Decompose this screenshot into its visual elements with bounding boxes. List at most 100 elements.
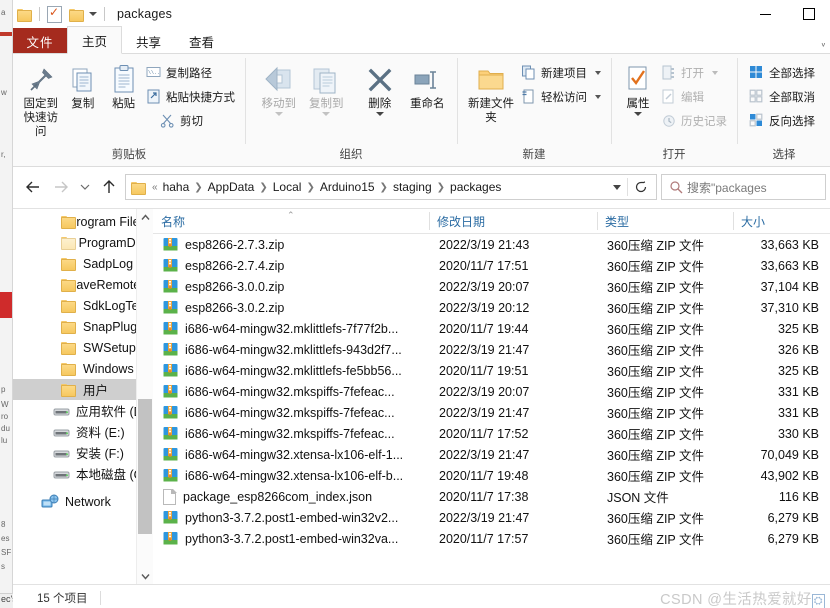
file-name-cell[interactable]: i686-w64-mingw32.mklittlefs-7f77f2b...	[153, 321, 431, 336]
table-row[interactable]: i686-w64-mingw32.mklittlefs-fe5bb56... 20…	[153, 360, 830, 381]
file-name-cell[interactable]: i686-w64-mingw32.xtensa-lx106-elf-1...	[153, 447, 431, 462]
breadcrumb-item-5[interactable]: packages	[447, 180, 504, 194]
table-row[interactable]: i686-w64-mingw32.xtensa-lx106-elf-b... 20…	[153, 465, 830, 486]
table-row[interactable]: python3-3.7.2.post1-embed-win32v2... 2022…	[153, 507, 830, 528]
paste-shortcut-button[interactable]: 粘贴快捷方式	[144, 86, 239, 107]
column-header-date[interactable]: 修改日期	[429, 209, 597, 233]
table-row[interactable]: i686-w64-mingw32.mkspiffs-7fefeac... 2022…	[153, 381, 830, 402]
table-row[interactable]: package_esp8266com_index.json 2020/11/7 1…	[153, 486, 830, 507]
table-row[interactable]: python3-3.7.2.post1-embed-win32va... 2020…	[153, 528, 830, 549]
table-row[interactable]: i686-w64-mingw32.xtensa-lx106-elf-1... 20…	[153, 444, 830, 465]
breadcrumb-separator[interactable]: ❯	[257, 182, 269, 193]
ribbon-expand-icon[interactable]: ᵥ	[822, 38, 825, 49]
tree-item-drive-f[interactable]: 安装 (F:)	[13, 442, 153, 463]
tree-item-saveremotecfgfile[interactable]: SaveRemoteCfgFile	[13, 274, 153, 295]
search-input[interactable]: 搜索"packages	[661, 174, 826, 200]
tree-item-windows[interactable]: Windows	[13, 358, 153, 379]
paste-button[interactable]: 粘贴	[103, 59, 144, 111]
new-folder-icon[interactable]	[69, 8, 84, 22]
tree-item-programdata[interactable]: ProgramData	[13, 232, 153, 253]
move-to-button[interactable]: 移动到	[255, 59, 303, 116]
file-name-cell[interactable]: package_esp8266com_index.json	[153, 488, 431, 505]
navpane-scrollbar[interactable]	[136, 209, 153, 584]
properties-button[interactable]: 属性	[619, 59, 657, 116]
edit-button[interactable]: 编辑	[659, 86, 731, 107]
table-row[interactable]: esp8266-3.0.2.zip 2022/3/19 20:12 360压缩 ZI…	[153, 297, 830, 318]
maximize-button[interactable]	[787, 0, 830, 28]
new-item-button[interactable]: 新建项目	[519, 62, 605, 83]
back-button[interactable]	[21, 175, 45, 199]
properties-checkmark-icon[interactable]	[47, 5, 62, 23]
minimize-button[interactable]	[743, 0, 787, 28]
breadcrumb-item-1[interactable]: AppData	[205, 180, 258, 194]
table-row[interactable]: esp8266-3.0.0.zip 2022/3/19 20:07 360压缩 ZI…	[153, 276, 830, 297]
cut-button[interactable]: 剪切	[144, 110, 239, 131]
select-none-button[interactable]: 全部取消	[747, 86, 819, 107]
file-name-cell[interactable]: i686-w64-mingw32.xtensa-lx106-elf-b...	[153, 468, 431, 483]
tree-item-drive-e[interactable]: 资料 (E:)	[13, 421, 153, 442]
tab-file[interactable]: 文件	[13, 28, 67, 54]
tab-view[interactable]: 查看	[175, 28, 228, 54]
chevron-down-icon[interactable]	[595, 70, 601, 75]
folder-icon[interactable]	[17, 8, 32, 22]
file-name-cell[interactable]: esp8266-3.0.2.zip	[153, 300, 431, 315]
table-row[interactable]: esp8266-2.7.3.zip 2022/3/19 21:43 360压缩 ZI…	[153, 234, 830, 255]
tree-item-snapplugin[interactable]: SnapPlugin	[13, 316, 153, 337]
tree-item-users[interactable]: 用户	[13, 379, 153, 400]
chevron-down-icon[interactable]	[634, 112, 642, 116]
file-name-cell[interactable]: i686-w64-mingw32.mklittlefs-fe5bb56...	[153, 363, 431, 378]
forward-button[interactable]	[49, 175, 73, 199]
table-row[interactable]: i686-w64-mingw32.mklittlefs-7f77f2b... 20…	[153, 318, 830, 339]
breadcrumb-item-3[interactable]: Arduino15	[317, 180, 378, 194]
file-name-cell[interactable]: esp8266-3.0.0.zip	[153, 279, 431, 294]
tree-item-drive-d[interactable]: 应用软件 (D:)	[13, 400, 153, 421]
chevron-down-icon[interactable]	[89, 12, 97, 16]
rename-button[interactable]: 重命名	[404, 59, 452, 111]
tree-item-network[interactable]: Network	[13, 491, 153, 512]
file-name-cell[interactable]: i686-w64-mingw32.mkspiffs-7fefeac...	[153, 426, 431, 441]
table-row[interactable]: i686-w64-mingw32.mkspiffs-7fefeac... 2022…	[153, 402, 830, 423]
file-name-cell[interactable]: i686-w64-mingw32.mkspiffs-7fefeac...	[153, 384, 431, 399]
tab-share[interactable]: 共享	[122, 28, 175, 54]
file-name-cell[interactable]: i686-w64-mingw32.mklittlefs-943d2f7...	[153, 342, 431, 357]
tree-item-sdklogtest[interactable]: SdkLogTest	[13, 295, 153, 316]
scroll-up-button[interactable]	[137, 209, 153, 225]
history-button[interactable]: 历史记录	[659, 110, 731, 131]
easy-access-button[interactable]: 轻松访问	[519, 86, 605, 107]
file-name-cell[interactable]: python3-3.7.2.post1-embed-win32v2...	[153, 510, 431, 525]
breadcrumb-separator[interactable]: ❯	[304, 182, 316, 193]
file-name-cell[interactable]: esp8266-2.7.4.zip	[153, 258, 431, 273]
invert-selection-button[interactable]: 反向选择	[747, 110, 819, 131]
scroll-down-button[interactable]	[137, 568, 153, 584]
file-name-cell[interactable]: esp8266-2.7.3.zip	[153, 237, 431, 252]
table-row[interactable]: i686-w64-mingw32.mkspiffs-7fefeac... 2020…	[153, 423, 830, 444]
scrollbar-thumb[interactable]	[138, 399, 152, 534]
chevron-down-icon[interactable]	[595, 94, 601, 99]
chevron-down-icon[interactable]	[322, 112, 331, 116]
breadcrumb-separator[interactable]: ❯	[192, 182, 204, 193]
tree-item-drive-g[interactable]: 本地磁盘 (G:)	[13, 463, 153, 484]
refresh-button[interactable]	[628, 176, 654, 198]
tree-item-sadplog[interactable]: SadpLog	[13, 253, 153, 274]
chevron-down-icon[interactable]	[274, 112, 283, 116]
address-bar[interactable]: « haha ❯ AppData ❯ Local ❯ Arduino15 ❯ s…	[125, 174, 657, 200]
table-row[interactable]: i686-w64-mingw32.mklittlefs-943d2f7... 20…	[153, 339, 830, 360]
tree-item-swsetup[interactable]: SWSetup	[13, 337, 153, 358]
column-header-type[interactable]: 类型	[597, 209, 733, 233]
breadcrumb-separator[interactable]: ❯	[435, 182, 447, 193]
select-all-button[interactable]: 全部选择	[747, 62, 819, 83]
copy-to-button[interactable]: 复制到	[303, 59, 351, 116]
breadcrumb-item-4[interactable]: staging	[390, 180, 435, 194]
tab-home[interactable]: 主页	[67, 26, 123, 54]
tree-item-program-files-x86[interactable]: Program Files (x86)	[13, 211, 153, 232]
column-header-size[interactable]: 大小	[733, 209, 825, 233]
copy-path-button[interactable]: \\.. 复制路径	[144, 62, 239, 83]
breadcrumb-item-2[interactable]: Local	[270, 180, 305, 194]
breadcrumb-separator[interactable]: ❯	[378, 182, 390, 193]
chevron-down-icon[interactable]	[375, 112, 384, 116]
open-button[interactable]: 打开	[659, 62, 731, 83]
delete-button[interactable]: 删除	[356, 59, 404, 116]
recent-locations-button[interactable]	[77, 175, 93, 199]
new-folder-button[interactable]: 新建文件夹	[467, 59, 515, 125]
copy-button[interactable]: 复制	[63, 59, 104, 111]
